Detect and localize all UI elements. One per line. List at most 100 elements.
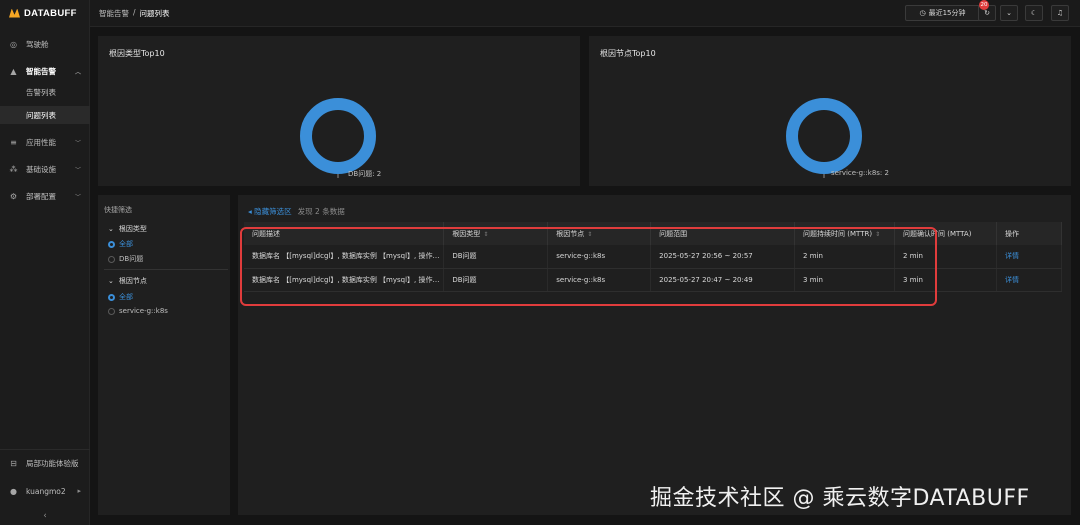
chevron-down-icon: ﹀ — [74, 139, 81, 147]
filter-option-label: service-g::k8s — [119, 307, 168, 315]
filter-option-service[interactable]: service-g::k8s — [108, 307, 168, 315]
time-range-button[interactable]: ◷ 最近15分钟 — [905, 5, 980, 21]
column-header-actions: 操作 — [996, 222, 1062, 245]
cell-mttr: 3 min — [794, 268, 896, 292]
hide-filter-link[interactable]: ◂ 隐藏筛选区 — [248, 206, 292, 217]
sidebar-subitem-label: 告警列表 — [26, 87, 56, 97]
panel-title: 根因类型Top10 — [109, 49, 165, 58]
table-header-row: 问题描述 根因类型 ⇕ 根因节点 ⇕ 问题范围 问题持续时间 (MTTR) ⇕ 问题确… — [244, 222, 1062, 245]
column-header-label: 问题持续时间 (MTTR) — [803, 229, 873, 238]
chevron-down-icon: ⌄ — [108, 225, 114, 233]
filter-option-label: 全部 — [119, 240, 133, 248]
column-header-range[interactable]: 问题范围 — [650, 222, 796, 245]
root-type-panel: 根因类型Top10 DB问题: 2 — [98, 36, 580, 186]
filter-option-db[interactable]: DB问题 — [108, 254, 143, 264]
databuff-logo-icon — [9, 8, 20, 18]
user-icon: ● — [10, 486, 17, 496]
label-leader-line — [337, 174, 339, 178]
sidebar-item-label: 部署配置 — [26, 191, 56, 201]
donut-slice[interactable] — [786, 98, 862, 174]
sidebar-item-deploy-config[interactable]: ⚙ 部署配置 ﹀ — [0, 187, 90, 205]
filter-group-root-type[interactable]: ⌄ 根因类型 — [108, 224, 147, 234]
sidebar-item-apm[interactable]: ≡ 应用性能 ﹀ — [0, 133, 90, 151]
breadcrumb: 智能告警 / 问题列表 — [99, 8, 170, 19]
sidebar-item-dashboard[interactable]: ◎ 驾驶舱 — [0, 35, 90, 53]
theme-toggle-button[interactable]: ☾ — [1025, 5, 1043, 21]
column-header-label: 根因节点 — [556, 229, 585, 238]
cell-mtta: 2 min — [894, 245, 997, 269]
details-link[interactable]: 详情 — [996, 268, 1062, 292]
sidebar: DATABUFF ◎ 驾驶舱 ▲ 智能告警 ︿ 告警列表 问题列表 ≡ 应用性能… — [0, 0, 90, 525]
chevron-left-icon[interactable]: ‹ — [0, 511, 90, 521]
cell-description: 数据库名 【[mysql]dcgl】, 数据库实例 【mysql】, 操作类型 … — [244, 245, 445, 269]
sidebar-item-label: 智能告警 — [26, 66, 56, 76]
bell-icon: ♫ — [1056, 9, 1064, 17]
filter-group-label: 根因类型 — [118, 225, 147, 233]
sort-icon[interactable]: ⇕ — [483, 231, 488, 238]
sidebar-item-alerts[interactable]: ▲ 智能告警 ︿ — [0, 62, 90, 80]
table-toolbar: ◂ 隐藏筛选区 发现 2 条数据 — [248, 206, 345, 217]
column-header-root-node[interactable]: 根因节点 ⇕ — [547, 222, 652, 245]
sidebar-item-label: 局部功能体验版 — [26, 458, 79, 468]
radio-icon — [108, 307, 115, 315]
clock-icon: ◷ — [919, 9, 926, 17]
filter-option-all[interactable]: 全部 — [108, 239, 133, 249]
sidebar-divider — [0, 449, 90, 450]
chevron-down-icon: ⌄ — [108, 277, 114, 285]
table-row[interactable]: 数据库名 【[mysql]dcgl】, 数据库实例 【mysql】, 操作类型 … — [244, 268, 1062, 292]
cell-description: 数据库名 【[mysql]dcgl】, 数据库实例 【mysql】, 操作类型 … — [244, 268, 445, 292]
trial-icon: ⊟ — [10, 458, 17, 468]
refresh-interval-dropdown[interactable]: ⌄ — [1000, 5, 1018, 21]
chevron-down-icon: ⌄ — [1006, 9, 1012, 17]
breadcrumb-current: 问题列表 — [139, 9, 170, 18]
table-row[interactable]: 数据库名 【[mysql]dcgl】, 数据库实例 【mysql】, 操作类型 … — [244, 245, 1062, 269]
panel-title: 根因节点Top10 — [600, 49, 656, 58]
logo[interactable]: DATABUFF — [0, 0, 89, 26]
cell-root-node: service-g::k8s — [547, 245, 652, 269]
user-name: kuangmo2 — [26, 486, 66, 496]
gear-icon: ⚙ — [9, 191, 18, 201]
label-leader-line — [823, 174, 825, 178]
sidebar-item-infrastructure[interactable]: ⁂ 基础设施 ﹀ — [0, 160, 90, 178]
header: 智能告警 / 问题列表 ◷ 最近15分钟 ↻ ⌄ ☾ ♫ — [90, 0, 1080, 27]
filter-option-label: DB问题 — [119, 255, 144, 263]
chevron-down-icon: ﹀ — [74, 193, 81, 201]
column-header-label: 问题确认时间 (MTTA) — [903, 229, 972, 238]
column-header-label: 问题范围 — [659, 229, 688, 238]
cell-root-node: service-g::k8s — [547, 268, 652, 292]
cell-range: 2025-05-27 20:56 ~ 20:57 — [650, 245, 796, 269]
details-link[interactable]: 详情 — [996, 245, 1062, 269]
refresh-icon: ↻ — [984, 9, 990, 17]
column-header-mtta[interactable]: 问题确认时间 (MTTA) — [894, 222, 997, 245]
root-node-donut — [786, 98, 862, 178]
column-header-label: 操作 — [1005, 229, 1019, 238]
column-header-label: 根因类型 — [452, 229, 481, 238]
donut-label: service-g::k8s: 2 — [831, 169, 889, 177]
breadcrumb-item[interactable]: 智能告警 — [99, 8, 129, 19]
cell-root-type: DB问题 — [443, 268, 549, 292]
sidebar-subitem-problem-list[interactable]: 问题列表 — [0, 106, 90, 124]
cell-range: 2025-05-27 20:47 ~ 20:49 — [650, 268, 796, 292]
donut-slice[interactable] — [300, 98, 376, 174]
time-range-label: 最近15分钟 — [928, 9, 966, 17]
cell-mttr: 2 min — [794, 245, 896, 269]
root-type-donut — [300, 98, 376, 178]
notification-button[interactable]: ♫ — [1051, 5, 1069, 21]
filter-option-all[interactable]: 全部 — [108, 292, 133, 302]
sort-icon[interactable]: ⇕ — [875, 231, 880, 238]
sidebar-item-trial[interactable]: ⊟ 局部功能体验版 — [0, 454, 90, 472]
column-header-mttr[interactable]: 问题持续时间 (MTTR) ⇕ — [794, 222, 896, 245]
column-header-root-type[interactable]: 根因类型 ⇕ — [443, 222, 549, 245]
sidebar-subitem-label: 问题列表 — [26, 110, 56, 120]
sidebar-subitem-alert-list[interactable]: 告警列表 — [0, 83, 90, 101]
filter-group-root-node[interactable]: ⌄ 根因节点 — [108, 276, 147, 286]
sidebar-user[interactable]: ● kuangmo2 ▸ — [0, 482, 90, 500]
column-header-description[interactable]: 问题描述 — [244, 222, 445, 245]
infrastructure-icon: ⁂ — [9, 164, 18, 174]
result-count: 发现 2 条数据 — [297, 207, 345, 216]
filter-divider — [104, 269, 228, 270]
donut-label: DB问题: 2 — [348, 170, 382, 178]
logo-text: DATABUFF — [24, 7, 77, 19]
chevron-up-icon: ︿ — [74, 68, 81, 76]
sort-icon[interactable]: ⇕ — [587, 231, 592, 238]
